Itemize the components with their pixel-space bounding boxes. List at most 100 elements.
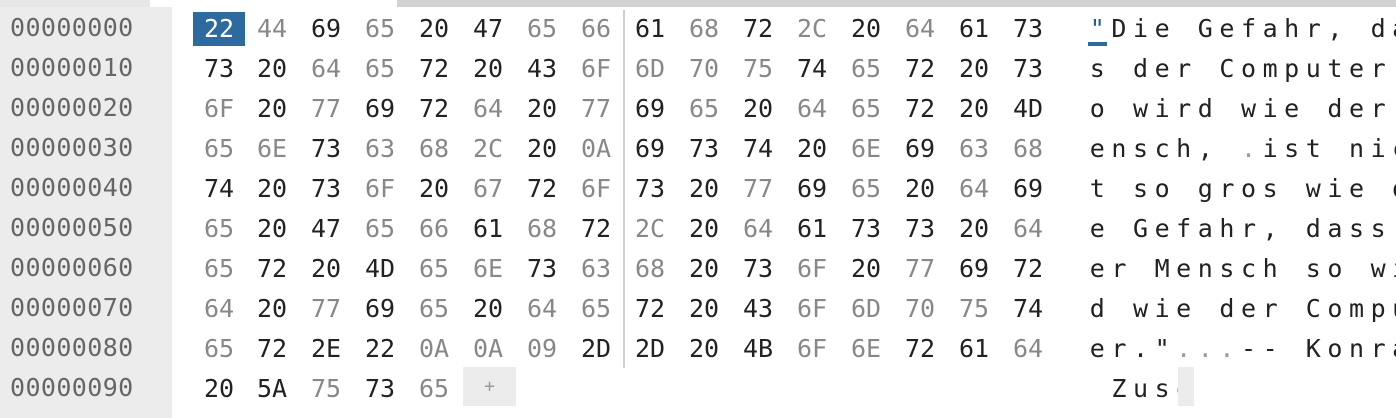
- ascii-char[interactable]: w: [1238, 92, 1260, 126]
- hex-byte[interactable]: 69: [1002, 172, 1054, 206]
- ascii-char[interactable]: [1195, 292, 1217, 326]
- hex-byte[interactable]: 73: [840, 212, 892, 246]
- hex-byte[interactable]: 74: [732, 132, 784, 166]
- hex-byte[interactable]: 20: [840, 12, 892, 46]
- hex-byte[interactable]: 74: [1002, 292, 1054, 326]
- ascii-char[interactable]: o: [1324, 332, 1346, 366]
- ascii-char[interactable]: [1108, 212, 1130, 246]
- hex-byte[interactable]: 20: [732, 92, 784, 126]
- hex-byte[interactable]: 20: [786, 132, 838, 166]
- ascii-char[interactable]: [1346, 12, 1368, 46]
- ascii-char[interactable]: a: [1259, 12, 1281, 46]
- ascii-char[interactable]: i: [1151, 292, 1173, 326]
- hex-byte[interactable]: 73: [1002, 12, 1054, 46]
- hex-byte[interactable]: 20: [246, 292, 298, 326]
- ascii-char[interactable]: r: [1303, 12, 1325, 46]
- hex-byte[interactable]: 64: [516, 292, 568, 326]
- hex-byte[interactable]: 65: [354, 212, 406, 246]
- hex-byte[interactable]: 6F: [786, 252, 838, 286]
- ascii-char[interactable]: [1324, 132, 1346, 166]
- ascii-char[interactable]: [1281, 332, 1303, 366]
- ascii-char[interactable]: p: [1281, 52, 1303, 86]
- hex-byte[interactable]: 20: [678, 252, 730, 286]
- hex-byte[interactable]: 4B: [732, 332, 784, 366]
- ascii-char[interactable]: i: [1389, 252, 1396, 286]
- hex-byte[interactable]: 72: [516, 172, 568, 206]
- ascii-char[interactable]: s: [1130, 172, 1152, 206]
- hex-byte[interactable]: 72: [408, 52, 460, 86]
- ascii-char[interactable]: o: [1324, 252, 1346, 286]
- ascii-char[interactable]: [1216, 92, 1238, 126]
- hex-byte[interactable]: 72: [1002, 252, 1054, 286]
- hex-byte[interactable]: 74: [786, 52, 838, 86]
- ascii-char[interactable]: s: [1087, 52, 1109, 86]
- ascii-char[interactable]: K: [1303, 332, 1325, 366]
- hex-byte[interactable]: 73: [732, 252, 784, 286]
- hex-byte[interactable]: 6F: [786, 332, 838, 366]
- hex-byte[interactable]: 65: [193, 252, 245, 286]
- hex-byte[interactable]: 20: [678, 292, 730, 326]
- hex-byte[interactable]: 4D: [1002, 92, 1054, 126]
- ascii-char[interactable]: .: [1216, 332, 1238, 366]
- scroll-thumb[interactable]: [397, 0, 1396, 7]
- hex-byte[interactable]: 64: [300, 52, 352, 86]
- hex-byte[interactable]: 74: [193, 172, 245, 206]
- hex-byte[interactable]: 64: [462, 92, 514, 126]
- hex-byte[interactable]: 6E: [462, 252, 514, 286]
- hex-byte[interactable]: 65: [408, 372, 460, 406]
- hex-byte[interactable]: 68: [1002, 132, 1054, 166]
- ascii-char[interactable]: D: [1108, 12, 1130, 46]
- hex-byte[interactable]: 65: [408, 292, 460, 326]
- hex-byte[interactable]: 2C: [462, 132, 514, 166]
- ascii-char[interactable]: [1303, 92, 1325, 126]
- hex-byte[interactable]: 73: [624, 172, 676, 206]
- hex-byte[interactable]: 20: [840, 252, 892, 286]
- hex-byte[interactable]: 72: [732, 12, 784, 46]
- hex-byte[interactable]: 61: [948, 12, 1000, 46]
- ascii-char[interactable]: r: [1216, 172, 1238, 206]
- hex-byte[interactable]: 69: [354, 292, 406, 326]
- hex-byte[interactable]: 20: [948, 52, 1000, 86]
- hex-byte[interactable]: 6F: [786, 292, 838, 326]
- hex-byte[interactable]: 6E: [246, 132, 298, 166]
- ascii-char[interactable]: o: [1238, 172, 1260, 206]
- ascii-char[interactable]: i: [1151, 92, 1173, 126]
- ascii-char[interactable]: d: [1087, 292, 1109, 326]
- ascii-char[interactable]: [1281, 212, 1303, 246]
- ascii-char[interactable]: i: [1367, 132, 1389, 166]
- hex-byte[interactable]: 44: [246, 12, 298, 46]
- hex-byte[interactable]: 65: [408, 252, 460, 286]
- hex-byte[interactable]: 73: [1002, 52, 1054, 86]
- ascii-char[interactable]: c: [1151, 132, 1173, 166]
- ascii-char[interactable]: u: [1389, 292, 1396, 326]
- ascii-char[interactable]: a: [1389, 332, 1396, 366]
- ascii-char[interactable]: d: [1389, 172, 1396, 206]
- ascii-char[interactable]: [1173, 12, 1195, 46]
- hex-byte[interactable]: 20: [516, 92, 568, 126]
- ascii-char[interactable]: a: [1195, 212, 1217, 246]
- ascii-char[interactable]: d: [1130, 52, 1152, 86]
- ascii-char[interactable]: i: [1324, 172, 1346, 206]
- ascii-char[interactable]: [1216, 132, 1238, 166]
- ascii-char[interactable]: d: [1195, 92, 1217, 126]
- hex-byte[interactable]: 0A: [462, 332, 514, 366]
- hex-byte[interactable]: 69: [624, 132, 676, 166]
- selected-hex-byte[interactable]: 22: [193, 12, 245, 46]
- hex-byte[interactable]: 77: [300, 92, 352, 126]
- hex-byte[interactable]: 61: [948, 332, 1000, 366]
- ascii-char[interactable]: s: [1216, 252, 1238, 286]
- ascii-char[interactable]: s: [1281, 132, 1303, 166]
- ascii-char[interactable]: f: [1173, 212, 1195, 246]
- hex-byte[interactable]: 73: [894, 212, 946, 246]
- ascii-char[interactable]: o: [1151, 172, 1173, 206]
- hex-byte[interactable]: 63: [570, 252, 622, 286]
- ascii-char[interactable]: g: [1195, 172, 1217, 206]
- ascii-char[interactable]: s: [1151, 372, 1173, 406]
- hex-byte[interactable]: 2D: [570, 332, 622, 366]
- ascii-char[interactable]: C: [1303, 292, 1325, 326]
- ascii-char[interactable]: p: [1367, 292, 1389, 326]
- hex-byte[interactable]: 65: [193, 332, 245, 366]
- hex-byte[interactable]: 77: [300, 292, 352, 326]
- ascii-char[interactable]: [1108, 52, 1130, 86]
- hex-byte[interactable]: 75: [732, 52, 784, 86]
